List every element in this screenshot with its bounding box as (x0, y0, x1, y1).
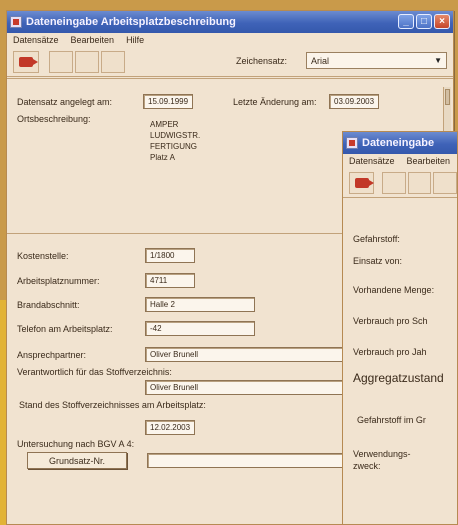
chevron-down-icon: ▼ (434, 56, 442, 65)
menu-bearbeiten[interactable]: Bearbeiten (407, 156, 451, 166)
brandabschnitt-label: Brandabschnitt: (17, 300, 80, 310)
second-titlebar[interactable]: Dateneingabe (343, 132, 457, 154)
maximize-button[interactable]: □ (416, 14, 432, 29)
stand-field[interactable]: 12.02.2003 (145, 420, 195, 435)
location-line: AMPER (150, 120, 179, 129)
einsatz-label: Einsatz von: (353, 256, 403, 266)
toolbar-button-3[interactable] (433, 171, 457, 194)
untersuchung-label: Untersuchung nach BGV A 4: (17, 439, 135, 449)
location-line: LUDWIGSTR. (150, 131, 201, 140)
menge-label: Vorhandene Menge: (353, 285, 435, 295)
menu-datensaetze[interactable]: Datensätze (13, 35, 59, 45)
location-line: FERTIGUNG (150, 142, 197, 151)
ansprech-field[interactable]: Oliver Brunell (145, 347, 343, 362)
main-toolbar: Zeichensatz: Arial ▼ (7, 47, 453, 77)
second-window: Dateneingabe Datensätze Bearbeiten Gefah… (342, 131, 458, 525)
toolbar-button-2[interactable] (407, 171, 432, 194)
app-icon (10, 16, 22, 28)
scrollbar-thumb[interactable] (445, 89, 450, 105)
second-window-title: Dateneingabe (362, 137, 435, 149)
changed-field[interactable]: 03.09.2003 (329, 94, 379, 109)
exit-button[interactable] (349, 171, 375, 194)
created-field[interactable]: 15.09.1999 (143, 94, 193, 109)
gefahrstoff-label: Gefahrstoff: (353, 234, 400, 244)
location-text[interactable]: AMPER LUDWIGSTR. FERTIGUNG Platz A (150, 119, 200, 163)
brandabschnitt-field[interactable]: Halle 2 (145, 297, 255, 312)
minimize-button[interactable]: _ (398, 14, 414, 29)
font-select-value: Arial (311, 55, 330, 66)
kostenstelle-label: Kostenstelle: (17, 251, 69, 261)
telefon-label: Telefon am Arbeitsplatz: (17, 324, 113, 334)
telefon-field[interactable]: -42 (145, 321, 255, 336)
toolbar-button-1[interactable] (49, 50, 73, 73)
toolbar-button-1[interactable] (382, 171, 406, 194)
toolbar-button-2[interactable] (75, 50, 99, 73)
second-toolbar (343, 168, 457, 198)
changed-label: Letzte Änderung am: (233, 97, 317, 107)
location-line: Platz A (150, 153, 175, 162)
second-menubar: Datensätze Bearbeiten (343, 154, 457, 168)
font-label: Zeichensatz: (236, 56, 288, 66)
exit-icon (19, 56, 38, 67)
main-titlebar[interactable]: Dateneingabe Arbeitsplatzbeschreibung (7, 11, 453, 33)
exit-button[interactable] (13, 50, 39, 73)
verwendung-label: Verwendungs- (353, 449, 411, 459)
gefahrstoff-gruppe-label: Gefahrstoff im Gr (357, 415, 426, 425)
kostenstelle-field[interactable]: 1/1800 (145, 248, 195, 263)
grundsatz-button[interactable]: Grundsatz-Nr. (27, 452, 127, 469)
exit-icon (354, 177, 374, 188)
verbrauch-jahr-label: Verbrauch pro Jah (353, 347, 427, 357)
close-button[interactable]: × (434, 14, 450, 29)
verbrauch-schicht-label: Verbrauch pro Sch (353, 316, 428, 326)
main-window-title: Dateneingabe Arbeitsplatzbeschreibung (26, 16, 236, 28)
aggregatzustand-label: Aggregatzustand (353, 371, 444, 385)
created-label: Datensatz angelegt am: (17, 97, 113, 107)
zweck-label: zweck: (353, 461, 381, 471)
main-menubar: Datensätze Bearbeiten Hilfe (7, 33, 453, 47)
menu-datensaetze[interactable]: Datensätze (349, 156, 395, 166)
location-label: Ortsbeschreibung: (17, 114, 91, 124)
grundsatz-field[interactable] (147, 453, 347, 468)
arbeitsplatz-field[interactable]: 4711 (145, 273, 195, 288)
font-select[interactable]: Arial ▼ (306, 52, 447, 69)
arbeitsplatz-label: Arbeitsplatznummer: (17, 276, 100, 286)
stand-label: Stand des Stoffverzeichnisses am Arbeits… (19, 400, 206, 410)
menu-hilfe[interactable]: Hilfe (126, 35, 144, 45)
verantw-field[interactable]: Oliver Brunell (145, 380, 343, 395)
toolbar-button-3[interactable] (101, 50, 125, 73)
verantw-label: Verantwortlich für das Stoffverzeichnis: (17, 367, 172, 377)
app-icon (346, 137, 358, 149)
ansprech-label: Ansprechpartner: (17, 350, 87, 360)
window-controls: _ □ × (398, 14, 450, 29)
menu-bearbeiten[interactable]: Bearbeiten (71, 35, 115, 45)
